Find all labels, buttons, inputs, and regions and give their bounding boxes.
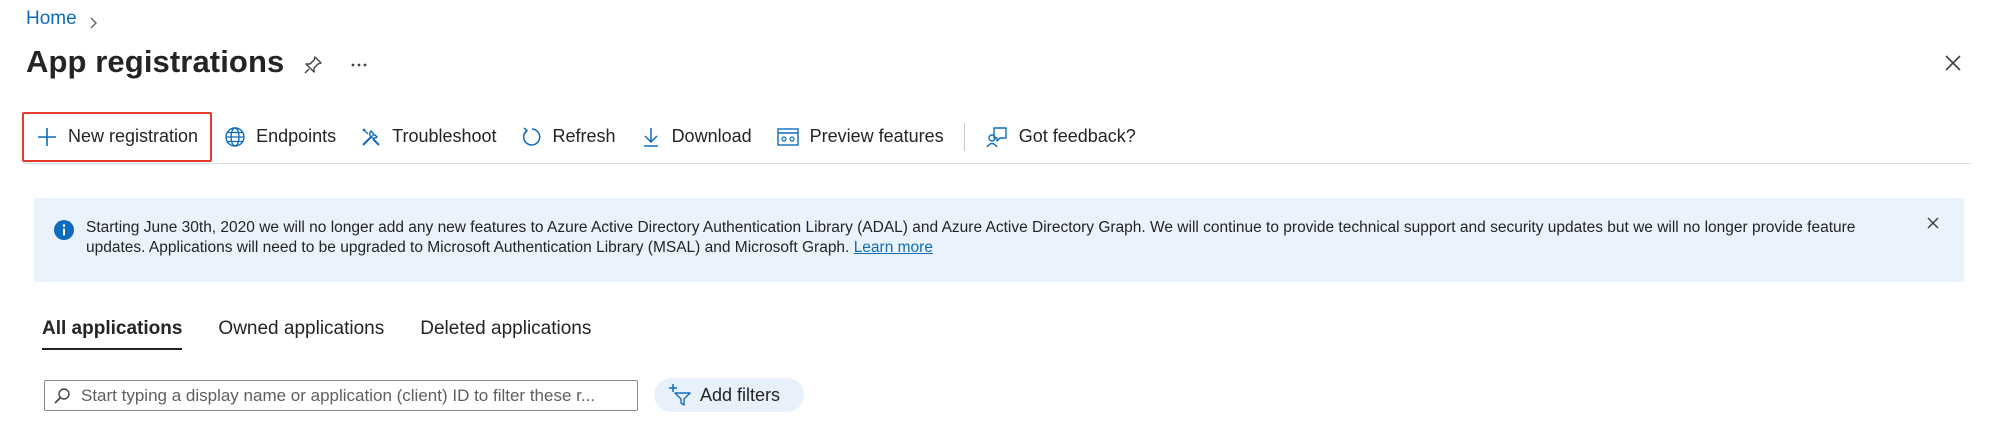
refresh-button[interactable]: Refresh — [509, 117, 628, 157]
troubleshoot-label: Troubleshoot — [392, 126, 497, 146]
search-box — [44, 380, 638, 411]
tools-icon — [362, 128, 380, 146]
new-registration-label: New registration — [68, 126, 199, 146]
add-filters-button[interactable]: Add filters — [654, 378, 805, 412]
command-bar: New registration Endpoints Troubleshoot … — [22, 110, 1972, 164]
page-title: App registrations — [26, 44, 285, 79]
close-icon[interactable] — [1940, 50, 1966, 76]
learn-more-link[interactable]: Learn more — [854, 239, 933, 256]
download-label: Download — [671, 126, 752, 146]
chevron-right-icon — [87, 13, 99, 29]
more-icon[interactable] — [346, 52, 372, 78]
globe-icon — [225, 126, 245, 147]
endpoints-button[interactable]: Endpoints — [212, 117, 348, 157]
endpoints-label: Endpoints — [256, 126, 337, 146]
refresh-icon — [522, 126, 540, 146]
search-input[interactable] — [79, 384, 623, 407]
add-filters-label: Add filters — [700, 384, 781, 405]
search-icon — [54, 387, 70, 404]
feedback-label: Got feedback? — [1018, 126, 1136, 146]
pin-icon[interactable] — [300, 52, 326, 78]
preview-features-label: Preview features — [809, 126, 944, 146]
feedback-button[interactable]: Got feedback? — [973, 117, 1148, 157]
troubleshoot-button[interactable]: Troubleshoot — [348, 117, 508, 157]
info-icon — [54, 220, 74, 240]
banner-text: Starting June 30th, 2020 we will no long… — [86, 219, 1856, 256]
tab-all-applications[interactable]: All applications — [42, 318, 183, 350]
plus-icon — [38, 127, 56, 146]
title-actions — [300, 52, 372, 78]
breadcrumb: Home — [26, 8, 99, 30]
preview-icon — [776, 127, 799, 146]
toolbar-divider — [963, 122, 965, 151]
add-filter-icon — [669, 384, 691, 406]
download-button[interactable]: Download — [628, 117, 764, 157]
feedback-icon — [986, 126, 1007, 147]
close-icon[interactable] — [1922, 212, 1944, 234]
refresh-label: Refresh — [552, 126, 616, 146]
app-tabs: All applications Owned applications Dele… — [42, 318, 591, 350]
breadcrumb-home-link[interactable]: Home — [26, 8, 77, 30]
tab-deleted-applications[interactable]: Deleted applications — [420, 318, 591, 350]
tab-owned-applications[interactable]: Owned applications — [218, 318, 384, 350]
new-registration-button[interactable]: New registration — [22, 111, 213, 162]
preview-features-button[interactable]: Preview features — [764, 117, 956, 157]
info-banner: Starting June 30th, 2020 we will no long… — [34, 198, 1964, 282]
download-icon — [643, 127, 658, 147]
